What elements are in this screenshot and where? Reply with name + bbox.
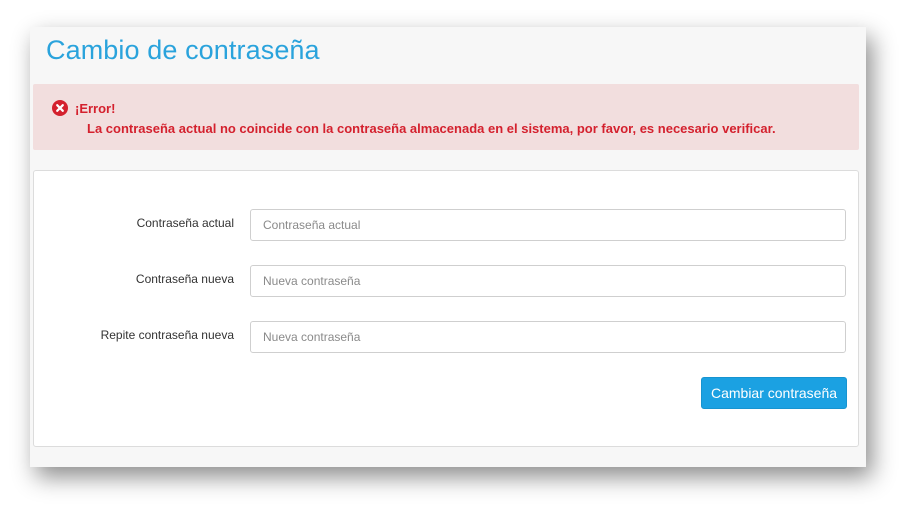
current-password-row: Contraseña actual: [34, 209, 858, 241]
alert-message: La contraseña actual no coincide con la …: [87, 121, 776, 136]
alert-title: ¡Error!: [75, 101, 116, 116]
change-password-button[interactable]: Cambiar contraseña: [701, 377, 847, 409]
password-change-window: Cambio de contraseña ¡Error! La contrase…: [30, 27, 866, 467]
current-password-label: Contraseña actual: [136, 216, 234, 230]
error-circle-icon: [52, 100, 68, 116]
new-password-row: Contraseña nueva: [34, 265, 858, 297]
page-title: Cambio de contraseña: [46, 35, 320, 65]
password-form: Contraseña actual Contraseña nueva Repit…: [33, 170, 859, 447]
new-password-input[interactable]: [250, 265, 846, 297]
current-password-input[interactable]: [250, 209, 846, 241]
repeat-password-input[interactable]: [250, 321, 846, 353]
repeat-password-row: Repite contraseña nueva: [34, 321, 858, 353]
error-alert: ¡Error! La contraseña actual no coincide…: [33, 84, 859, 150]
new-password-label: Contraseña nueva: [135, 272, 234, 286]
repeat-password-label: Repite contraseña nueva: [100, 328, 234, 342]
